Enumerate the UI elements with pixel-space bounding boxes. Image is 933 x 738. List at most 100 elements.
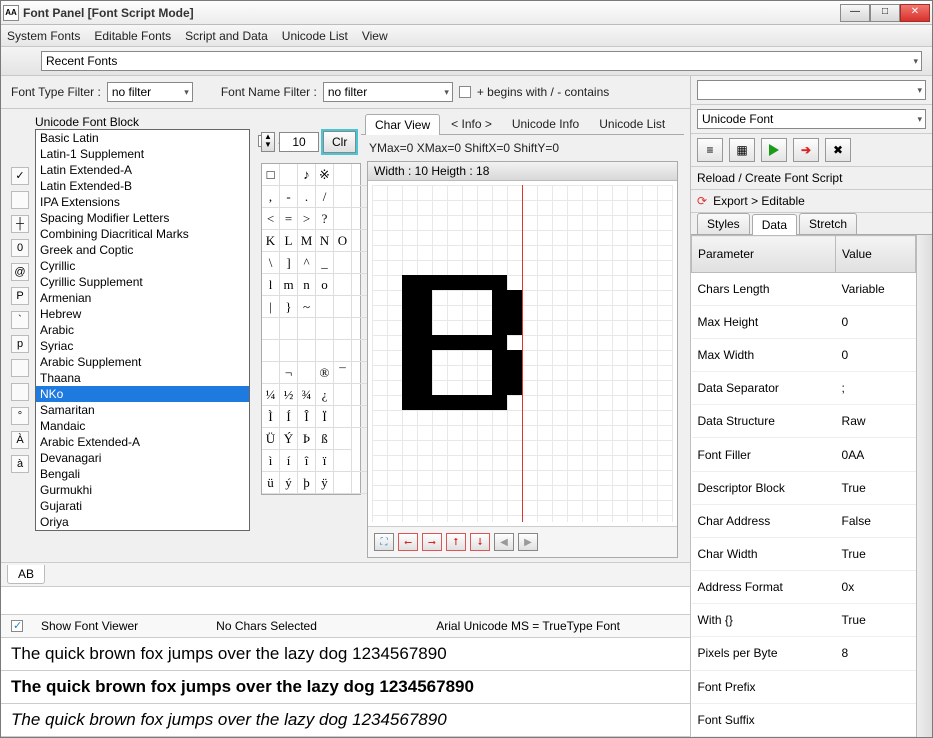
block-option[interactable]: Hebrew xyxy=(36,306,249,322)
block-option[interactable]: Devanagari xyxy=(36,450,249,466)
char-cell[interactable]: ý xyxy=(280,472,298,494)
char-cell[interactable]: = xyxy=(280,208,298,230)
block-option[interactable]: Gujarati xyxy=(36,498,249,514)
char-cell[interactable]: l xyxy=(262,274,280,296)
tab-char-view[interactable]: Char View xyxy=(365,114,440,135)
char-cell[interactable]: í xyxy=(280,450,298,472)
minimize-button[interactable]: — xyxy=(840,4,870,22)
scrollbar[interactable] xyxy=(916,235,932,737)
param-row[interactable]: Char WidthTrue xyxy=(692,537,916,570)
menu-unicode-list[interactable]: Unicode List xyxy=(282,29,348,43)
block-option[interactable]: Cyrillic xyxy=(36,258,249,274)
menu-icon[interactable]: ≡ xyxy=(697,138,723,162)
char-cell[interactable]: ÿ xyxy=(316,472,334,494)
tab-ab[interactable]: AB xyxy=(7,565,45,584)
char-cell[interactable]: ï xyxy=(316,450,334,472)
char-cell[interactable]: ü xyxy=(262,472,280,494)
char-cell[interactable]: m xyxy=(280,274,298,296)
param-row[interactable]: Data StructureRaw xyxy=(692,405,916,438)
char-cell[interactable] xyxy=(262,340,280,362)
tab-stretch[interactable]: Stretch xyxy=(799,213,857,234)
char-cell[interactable]: \ xyxy=(262,252,280,274)
char-cell[interactable]: L xyxy=(280,230,298,252)
param-row[interactable]: Address Format0x xyxy=(692,571,916,604)
recent-fonts-combo[interactable]: Recent Fonts xyxy=(41,51,922,71)
right-search[interactable] xyxy=(697,80,926,100)
param-row[interactable]: With {}True xyxy=(692,604,916,637)
block-option[interactable]: Cyrillic Supplement xyxy=(36,274,249,290)
char-cell[interactable] xyxy=(262,362,280,384)
param-row[interactable]: Data Separator; xyxy=(692,372,916,405)
block-option[interactable]: Bengali xyxy=(36,466,249,482)
char-cell[interactable]: ? xyxy=(316,208,334,230)
char-cell[interactable]: | xyxy=(262,296,280,318)
char-cell[interactable]: □ xyxy=(262,164,280,186)
reload-label[interactable]: Reload / Create Font Script xyxy=(691,167,932,190)
char-cell[interactable]: ~ xyxy=(298,296,316,318)
block-option[interactable]: Greek and Coptic xyxy=(36,242,249,258)
block-option[interactable]: Latin-1 Supplement xyxy=(36,146,249,162)
char-cell[interactable]: n xyxy=(298,274,316,296)
clear-button[interactable]: Clr xyxy=(323,131,356,153)
tab-unicode-info[interactable]: Unicode Info xyxy=(503,114,588,134)
block-option[interactable]: Spacing Modifier Letters xyxy=(36,210,249,226)
char-cell[interactable]: þ xyxy=(298,472,316,494)
char-cell[interactable] xyxy=(334,406,352,428)
char-cell[interactable]: O xyxy=(334,230,352,252)
font-type-filter[interactable]: no filter xyxy=(107,82,193,102)
spin-buttons[interactable]: ▲▼ xyxy=(261,132,275,152)
block-option[interactable]: Armenian xyxy=(36,290,249,306)
font-name-filter[interactable]: no filter xyxy=(323,82,453,102)
char-cell[interactable]: ¬ xyxy=(280,362,298,384)
block-option[interactable]: Syriac xyxy=(36,338,249,354)
export-row[interactable]: ⟳ Export > Editable xyxy=(691,190,932,213)
char-cell[interactable]: > xyxy=(298,208,316,230)
char-cell[interactable]: Þ xyxy=(298,428,316,450)
block-option[interactable]: Latin Extended-A xyxy=(36,162,249,178)
block-option[interactable]: Latin Extended-B xyxy=(36,178,249,194)
nav-fit-icon[interactable]: ⛶ xyxy=(374,533,394,551)
char-cell[interactable]: ¿ xyxy=(316,384,334,406)
close-button[interactable]: ✕ xyxy=(900,4,930,22)
char-cell[interactable]: . xyxy=(298,186,316,208)
char-cell[interactable]: o xyxy=(316,274,334,296)
show-font-viewer-checkbox[interactable]: ✓ xyxy=(11,620,23,632)
char-cell[interactable]: ¼ xyxy=(262,384,280,406)
param-row[interactable]: Max Width0 xyxy=(692,338,916,371)
char-cell[interactable]: ½ xyxy=(280,384,298,406)
char-cell[interactable]: Ï xyxy=(316,406,334,428)
block-option[interactable]: Mandaic xyxy=(36,418,249,434)
char-cell[interactable] xyxy=(298,362,316,384)
unicode-block-dropdown[interactable]: Basic LatinLatin-1 SupplementLatin Exten… xyxy=(35,129,250,531)
char-cell[interactable] xyxy=(334,186,352,208)
char-cell[interactable] xyxy=(334,274,352,296)
char-cell[interactable] xyxy=(334,472,352,494)
char-cell[interactable] xyxy=(334,208,352,230)
char-cell[interactable]: ] xyxy=(280,252,298,274)
char-cell[interactable] xyxy=(262,318,280,340)
block-option[interactable]: NKo xyxy=(36,386,249,402)
char-cell[interactable]: N xyxy=(316,230,334,252)
char-cell[interactable] xyxy=(280,318,298,340)
char-cell[interactable]: , xyxy=(262,186,280,208)
param-row[interactable]: Char AddressFalse xyxy=(692,504,916,537)
char-cell[interactable]: } xyxy=(280,296,298,318)
export-arrow-icon[interactable]: ➔ xyxy=(793,138,819,162)
char-cell[interactable]: K xyxy=(262,230,280,252)
nav-down-icon[interactable]: ⭣ xyxy=(470,533,490,551)
char-cell[interactable]: _ xyxy=(316,252,334,274)
char-cell[interactable] xyxy=(334,318,352,340)
char-cell[interactable]: ì xyxy=(262,450,280,472)
char-cell[interactable]: ¯ xyxy=(334,362,352,384)
filter-mode-checkbox[interactable] xyxy=(459,86,471,98)
char-cell[interactable]: M xyxy=(298,230,316,252)
char-cell[interactable]: ß xyxy=(316,428,334,450)
param-row[interactable]: Chars LengthVariable xyxy=(692,272,916,305)
char-cell[interactable]: Í xyxy=(280,406,298,428)
tab-styles[interactable]: Styles xyxy=(697,213,750,234)
tab-data[interactable]: Data xyxy=(752,214,797,235)
block-option[interactable]: IPA Extensions xyxy=(36,194,249,210)
char-cell[interactable]: Î xyxy=(298,406,316,428)
block-option[interactable]: Combining Diacritical Marks xyxy=(36,226,249,242)
char-cell[interactable] xyxy=(280,164,298,186)
